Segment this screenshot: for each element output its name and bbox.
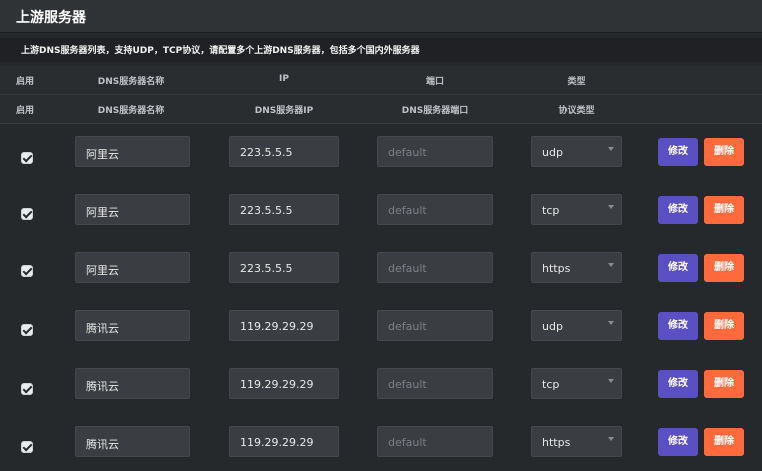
enabled-checkbox[interactable]	[21, 441, 33, 453]
table-row: 阿里云 223.5.5.5 default tcp 修改 删除	[0, 181, 762, 239]
header-ip: DNS服务器IP	[254, 106, 314, 116]
ip-input[interactable]: 119.29.29.29	[229, 426, 339, 457]
page-title: 上游服务器	[16, 10, 86, 26]
protocol-select[interactable]: tcp	[531, 368, 622, 399]
header-ip: IP	[279, 74, 289, 84]
title-bar: 上游服务器	[0, 0, 762, 33]
protocol-value: udp	[542, 146, 563, 159]
header-port: DNS服务器端口	[401, 106, 469, 116]
protocol-value: tcp	[542, 378, 560, 391]
enabled-checkbox[interactable]	[21, 383, 33, 395]
ip-input[interactable]: 119.29.29.29	[229, 310, 339, 341]
protocol-value: tcp	[542, 204, 560, 217]
description-text: 上游DNS服务器列表，支持UDP，TCP协议，请配置多个上游DNS服务器，包括多…	[21, 46, 420, 56]
port-input[interactable]: default	[377, 426, 493, 457]
port-input[interactable]: default	[377, 368, 493, 399]
protocol-value: udp	[542, 320, 563, 333]
edit-button[interactable]: 修改	[658, 370, 698, 398]
table-row: 腾讯云 119.29.29.29 default udp 修改 删除	[0, 297, 762, 355]
header-name: DNS服务器名称	[97, 77, 165, 87]
delete-button[interactable]: 删除	[704, 196, 744, 224]
enabled-checkbox[interactable]	[21, 265, 33, 277]
header-enabled: 启用	[15, 106, 34, 116]
delete-button[interactable]: 删除	[704, 312, 744, 340]
port-input[interactable]: default	[377, 136, 493, 167]
enabled-checkbox[interactable]	[21, 152, 33, 164]
chevron-down-icon	[608, 321, 614, 325]
description-bar: 上游DNS服务器列表，支持UDP，TCP协议，请配置多个上游DNS服务器，包括多…	[0, 38, 762, 62]
name-input[interactable]: 阿里云	[75, 252, 190, 283]
protocol-value: https	[542, 262, 571, 275]
name-input[interactable]: 腾讯云	[75, 310, 190, 341]
header-name: DNS服务器名称	[97, 106, 165, 116]
table-row: 阿里云 223.5.5.5 default https 修改 删除	[0, 239, 762, 297]
protocol-select[interactable]: udp	[531, 136, 622, 167]
chevron-down-icon	[608, 437, 614, 441]
port-input[interactable]: default	[377, 252, 493, 283]
table-row: 腾讯云 119.29.29.29 default tcp 修改 删除	[0, 355, 762, 413]
name-input[interactable]: 阿里云	[75, 136, 190, 167]
ip-input[interactable]: 119.29.29.29	[229, 368, 339, 399]
enabled-checkbox[interactable]	[21, 208, 33, 220]
delete-button[interactable]: 删除	[704, 254, 744, 282]
chevron-down-icon	[608, 205, 614, 209]
enabled-checkbox[interactable]	[21, 324, 33, 336]
edit-button[interactable]: 修改	[658, 428, 698, 456]
chevron-down-icon	[608, 263, 614, 267]
table-header-row-1: 启用 DNS服务器名称 IP 端口 类型	[0, 66, 762, 95]
name-input[interactable]: 腾讯云	[75, 426, 190, 457]
header-port: 端口	[425, 77, 444, 87]
table-row: 阿里云 223.5.5.5 default udp 修改 删除	[0, 123, 762, 181]
header-type: 类型	[567, 77, 586, 87]
name-input[interactable]: 阿里云	[75, 194, 190, 225]
edit-button[interactable]: 修改	[658, 138, 698, 166]
ip-input[interactable]: 223.5.5.5	[229, 252, 339, 283]
ip-input[interactable]: 223.5.5.5	[229, 194, 339, 225]
chevron-down-icon	[608, 379, 614, 383]
port-input[interactable]: default	[377, 310, 493, 341]
protocol-value: https	[542, 436, 571, 449]
protocol-select[interactable]: tcp	[531, 194, 622, 225]
table-row: 腾讯云 119.29.29.29 default https 修改 删除	[0, 413, 762, 471]
protocol-select[interactable]: https	[531, 426, 622, 457]
protocol-select[interactable]: udp	[531, 310, 622, 341]
header-type: 协议类型	[558, 106, 595, 116]
table-header-row-2: 启用 DNS服务器名称 DNS服务器IP DNS服务器端口 协议类型	[0, 95, 762, 124]
delete-button[interactable]: 删除	[704, 370, 744, 398]
chevron-down-icon	[608, 147, 614, 151]
ip-input[interactable]: 223.5.5.5	[229, 136, 339, 167]
delete-button[interactable]: 删除	[704, 428, 744, 456]
edit-button[interactable]: 修改	[658, 196, 698, 224]
protocol-select[interactable]: https	[531, 252, 622, 283]
edit-button[interactable]: 修改	[658, 312, 698, 340]
edit-button[interactable]: 修改	[658, 254, 698, 282]
header-enabled: 启用	[15, 77, 34, 87]
delete-button[interactable]: 删除	[704, 138, 744, 166]
name-input[interactable]: 腾讯云	[75, 368, 190, 399]
port-input[interactable]: default	[377, 194, 493, 225]
